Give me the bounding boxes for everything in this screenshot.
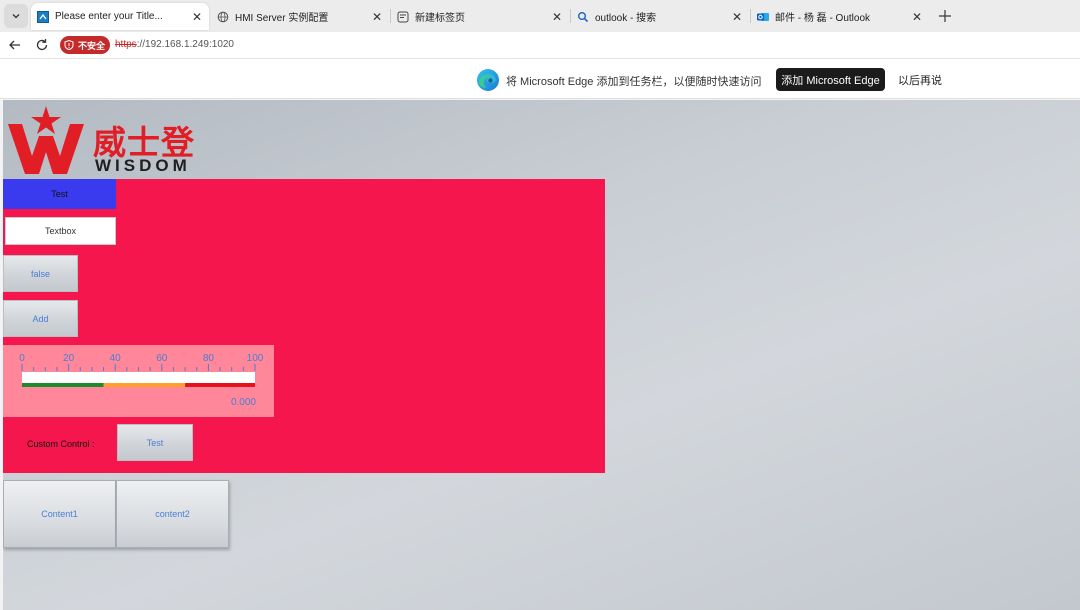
refresh-icon — [36, 39, 48, 51]
gauge-zone — [103, 383, 186, 387]
content1-tab[interactable]: Content1 — [3, 480, 116, 548]
url-host: ://192.168.1.249:1020 — [136, 39, 234, 50]
wisdom-logo: 威士登 WISDOM — [5, 104, 195, 176]
tab-new-tab-page[interactable]: 新建标签页 ✕ — [391, 3, 569, 30]
back-button[interactable] — [7, 37, 23, 53]
tab-actions-menu-button[interactable] — [4, 4, 28, 28]
test-button[interactable]: Test — [3, 179, 116, 209]
gauge-tick-label: 80 — [203, 353, 215, 364]
linear-gauge: 0 20 40 60 80 100 0.000 — [3, 345, 274, 417]
edge-logo-icon — [477, 69, 499, 91]
add-button[interactable]: Add — [3, 300, 78, 337]
url-protocol: https — [115, 39, 137, 50]
chevron-down-icon — [12, 14, 20, 19]
gauge-tick-label: 0 — [19, 353, 25, 364]
close-icon[interactable]: ✕ — [369, 9, 385, 25]
gauge-tick-label: 40 — [110, 353, 122, 364]
close-icon[interactable]: ✕ — [909, 9, 925, 25]
tab-outlook-search[interactable]: outlook - 搜索 ✕ — [571, 3, 749, 30]
close-icon[interactable]: ✕ — [189, 9, 205, 25]
hmi-page-canvas: 威士登 WISDOM Test Textbox false Add 0 20 40 6… — [3, 100, 1080, 610]
content2-tab[interactable]: content2 — [116, 480, 229, 548]
gauge-tick-label: 60 — [156, 353, 168, 364]
newtab-page-icon — [397, 11, 409, 23]
new-tab-button[interactable] — [935, 6, 955, 26]
gauge-tick-label: 20 — [63, 353, 75, 364]
search-icon — [577, 11, 589, 23]
gauge-track — [22, 372, 255, 383]
textbox[interactable]: Textbox — [5, 217, 116, 245]
edge-promo-message: 将 Microsoft Edge 添加到任务栏，以便随时快速访问 — [506, 76, 762, 88]
gauge-value: 0.000 — [230, 397, 256, 408]
tab-title: 新建标签页 — [415, 13, 465, 24]
security-warning-badge[interactable]: 不安全 — [60, 36, 111, 54]
close-icon[interactable]: ✕ — [729, 9, 745, 25]
custom-control-label: Custom Control : — [27, 439, 95, 449]
security-warning-text: 不安全 — [78, 40, 106, 51]
outlook-icon — [757, 11, 769, 23]
gauge-zone — [185, 383, 255, 387]
tab-hmi-server-config[interactable]: HMI Server 实例配置 ✕ — [211, 3, 389, 30]
custom-test-button[interactable]: Test — [117, 424, 193, 461]
add-edge-to-taskbar-button[interactable]: 添加 Microsoft Edge — [776, 68, 885, 91]
hmi-page-icon — [37, 10, 49, 23]
tab-title: 邮件 - 杨 磊 - Outlook — [775, 13, 871, 24]
address-bar: 不安全 https://192.168.1.249:1020 — [0, 32, 1080, 58]
tab-outlook-mail[interactable]: 邮件 - 杨 磊 - Outlook ✕ — [751, 3, 929, 30]
url-field[interactable]: https://192.168.1.249:1020 — [115, 39, 234, 50]
wisdom-w-mark-icon — [8, 106, 84, 174]
gauge-zone — [22, 383, 104, 387]
plus-icon — [939, 10, 951, 22]
logo-english-text: WISDOM — [95, 156, 191, 175]
back-arrow-icon — [9, 40, 20, 50]
globe-icon — [217, 11, 229, 23]
tab-hmi-page[interactable]: Please enter your Title... ✕ — [31, 3, 209, 30]
maybe-later-button[interactable]: 以后再说 — [892, 68, 948, 91]
tab-title: Please enter your Title... — [55, 11, 163, 22]
tab-title: outlook - 搜索 — [595, 13, 657, 24]
tab-strip: Please enter your Title... ✕ HMI Server … — [0, 0, 1080, 32]
gauge-tick-label: 100 — [247, 353, 264, 364]
close-icon[interactable]: ✕ — [549, 9, 565, 25]
main-panel: Test Textbox false Add 0 20 40 60 80 100 0.00… — [3, 179, 605, 473]
edge-promo-bar: 将 Microsoft Edge 添加到任务栏，以便随时快速访问 添加 Micr… — [0, 58, 1080, 99]
tab-title: HMI Server 实例配置 — [235, 13, 329, 24]
false-toggle-button[interactable]: false — [3, 255, 78, 292]
refresh-button[interactable] — [34, 37, 50, 53]
gauge-scale: 0 20 40 60 80 100 — [19, 353, 264, 387]
shield-warning-icon — [64, 40, 74, 50]
